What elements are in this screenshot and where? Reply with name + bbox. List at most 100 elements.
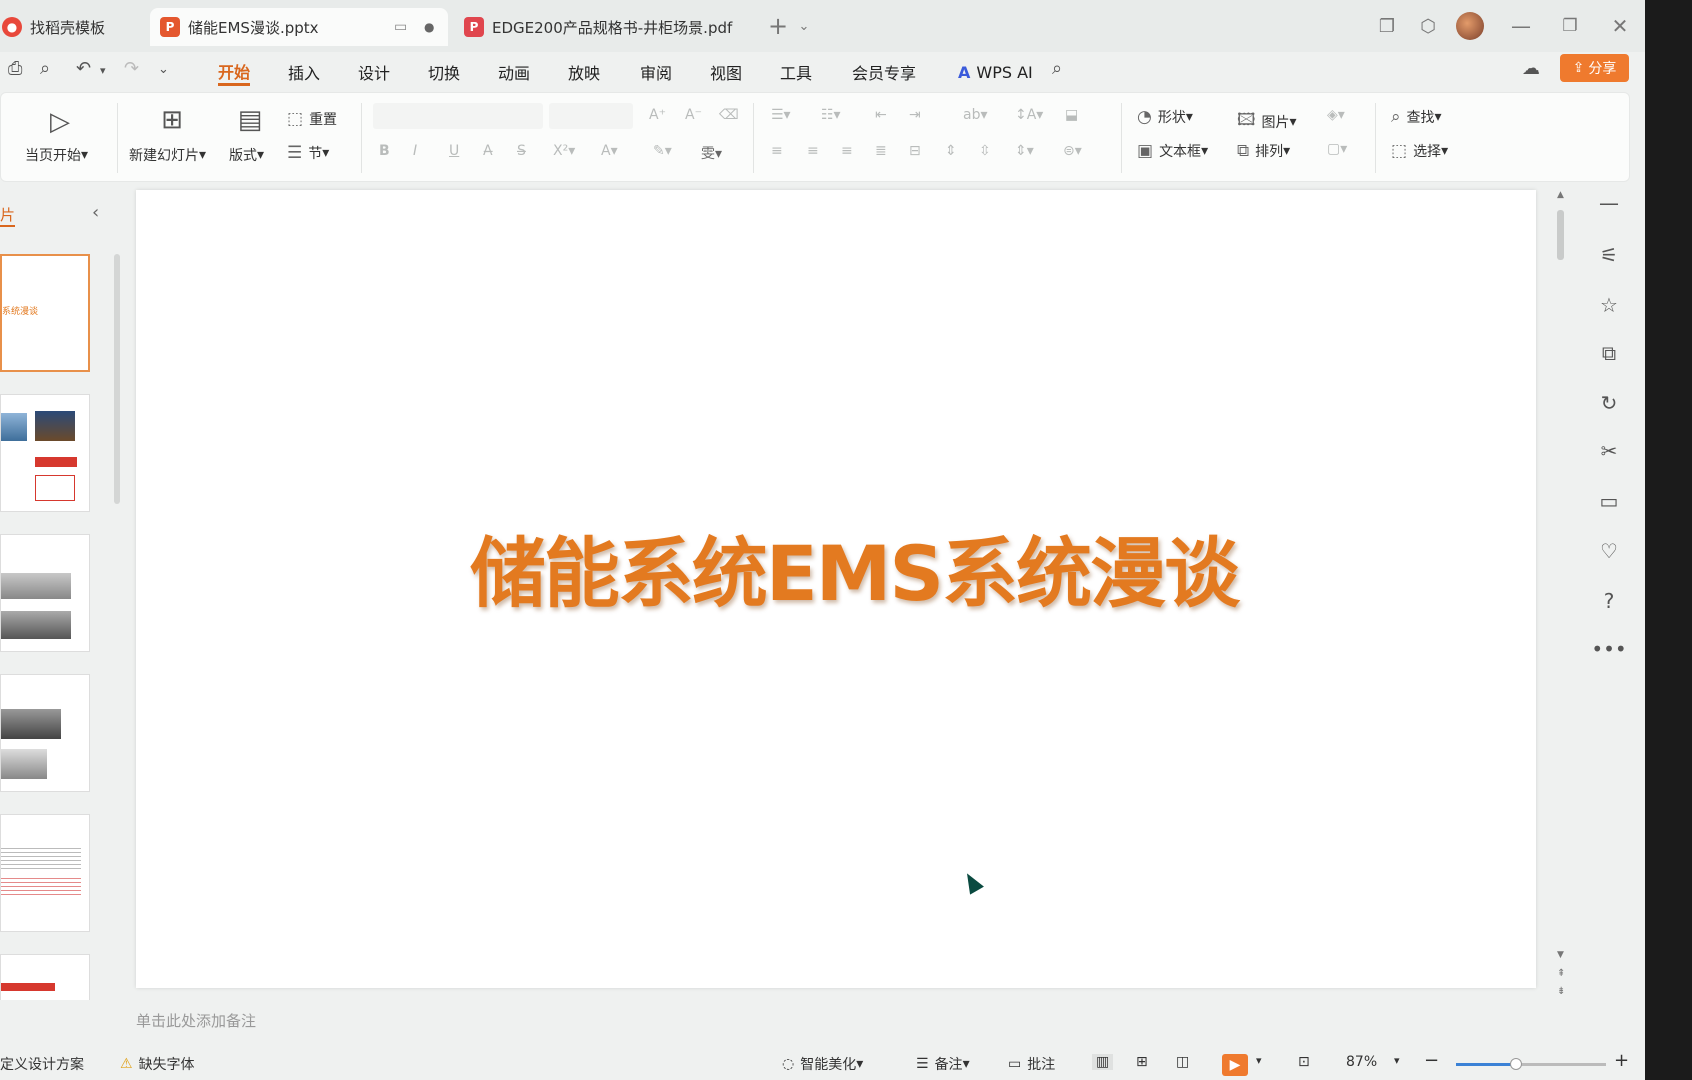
slide-title[interactable]: 储能系统EMS系统漫谈 bbox=[136, 512, 1572, 622]
new-slide-icon[interactable]: ⊞ bbox=[157, 105, 187, 135]
slide-sorter-icon[interactable]: ⊞ bbox=[1136, 1054, 1148, 1070]
menu-member[interactable]: 会员专享 bbox=[852, 58, 916, 86]
smart-beautify-button[interactable]: ◌ 智能美化 ▾ bbox=[782, 1054, 863, 1074]
scroll-thumb[interactable] bbox=[1557, 210, 1564, 260]
strikethrough-icon[interactable]: A̶ bbox=[483, 143, 493, 159]
superscript-icon[interactable]: X²▾ bbox=[553, 143, 575, 159]
slide-canvas[interactable]: 储能系统EMS系统漫谈 bbox=[136, 190, 1536, 988]
slide-thumb-4[interactable] bbox=[0, 674, 90, 792]
font-color-icon[interactable]: A▾ bbox=[601, 143, 618, 159]
italic-icon[interactable]: I bbox=[413, 143, 417, 159]
print-icon[interactable]: ⎙ bbox=[8, 58, 22, 79]
panel-tab-slides[interactable]: 片 bbox=[0, 204, 16, 227]
comment-window-icon[interactable]: ⧉ bbox=[1596, 340, 1622, 366]
fill-icon[interactable]: ◈▾ bbox=[1327, 107, 1345, 123]
outline-icon[interactable]: ▢▾ bbox=[1327, 141, 1347, 157]
align-right-icon[interactable]: ≡ bbox=[841, 143, 853, 159]
slide-thumb-6[interactable] bbox=[0, 954, 90, 1000]
collapse-line-icon[interactable]: — bbox=[1596, 190, 1622, 216]
picture-button[interactable]: 🖾 图片 ▾ bbox=[1237, 107, 1297, 136]
zoom-dropdown-icon[interactable]: ▾ bbox=[1394, 1054, 1400, 1067]
scroll-down-icon[interactable]: ▼ bbox=[1557, 950, 1564, 960]
cloud-icon[interactable]: ☁ bbox=[1522, 58, 1540, 79]
normal-view-icon[interactable]: ▥ bbox=[1092, 1054, 1114, 1070]
wps-ai-button[interactable]: A WPS AI bbox=[958, 58, 1033, 86]
star-icon[interactable]: ☆ bbox=[1596, 292, 1622, 318]
zoom-level[interactable]: 87% bbox=[1346, 1054, 1377, 1070]
menu-tools[interactable]: 工具 bbox=[780, 58, 812, 86]
play-icon[interactable]: ▷ bbox=[45, 107, 75, 137]
reset-button[interactable]: ⬚ 重置 bbox=[287, 109, 337, 129]
select-button[interactable]: ⬚ 选择 ▾ bbox=[1391, 141, 1448, 161]
menu-review[interactable]: 审阅 bbox=[640, 58, 672, 86]
underline-icon[interactable]: U bbox=[449, 143, 459, 159]
next-slide-icon[interactable]: ⇟ bbox=[1557, 986, 1565, 997]
properties-icon[interactable]: ⚟ bbox=[1596, 242, 1622, 268]
paragraph-spacing-icon[interactable]: ⇳ bbox=[979, 143, 991, 159]
design-scheme-button[interactable]: 定义设计方案 bbox=[0, 1054, 84, 1074]
slideshow-dropdown-icon[interactable]: ▾ bbox=[1256, 1054, 1262, 1067]
align-center-icon[interactable]: ≡ bbox=[807, 143, 819, 159]
indent-icon[interactable]: ⇥ bbox=[909, 107, 921, 123]
menu-design[interactable]: 设计 bbox=[358, 58, 390, 86]
menu-transition[interactable]: 切换 bbox=[428, 58, 460, 86]
highlight-icon[interactable]: ✎▾ bbox=[653, 143, 672, 159]
shadow-text-icon[interactable]: S̶ bbox=[517, 143, 526, 159]
shape-button[interactable]: ◔ 形状 ▾ bbox=[1137, 107, 1193, 127]
missing-font-button[interactable]: ⚠ 缺失字体 bbox=[120, 1054, 195, 1074]
layout-button[interactable]: 版式 ▾ bbox=[229, 145, 264, 165]
book-icon[interactable]: ▭ bbox=[1596, 488, 1622, 514]
slideshow-play-icon[interactable]: ▶ bbox=[1222, 1054, 1248, 1076]
notes-toggle-button[interactable]: ☰ 备注 ▾ bbox=[916, 1054, 970, 1074]
redo-icon[interactable]: ↷ bbox=[124, 58, 139, 79]
avatar[interactable] bbox=[1454, 10, 1486, 42]
distribute-icon[interactable]: ⊟ bbox=[909, 143, 921, 159]
slide-scrollbar[interactable]: ▲ ▼ ⇞ ⇟ bbox=[1557, 190, 1565, 997]
zoom-out-icon[interactable]: − bbox=[1424, 1050, 1439, 1071]
search-icon[interactable]: ⌕ bbox=[1052, 58, 1062, 79]
shirt-icon[interactable]: ♡ bbox=[1596, 538, 1622, 564]
font-decrease-icon[interactable]: A⁻ bbox=[685, 107, 702, 123]
font-size-select[interactable] bbox=[549, 103, 633, 129]
slide-thumb-5[interactable] bbox=[0, 814, 90, 932]
find-button[interactable]: ⌕ 查找 ▾ bbox=[1391, 107, 1442, 127]
outdent-icon[interactable]: ⇤ bbox=[875, 107, 887, 123]
textbox-button[interactable]: ▣ 文本框 ▾ bbox=[1137, 141, 1208, 161]
font-increase-icon[interactable]: A⁺ bbox=[649, 107, 666, 123]
notes-placeholder[interactable]: 单击此处添加备注 bbox=[136, 1010, 256, 1031]
comments-button[interactable]: ▭ 批注 bbox=[1008, 1054, 1055, 1074]
tab-list-chevron-icon[interactable]: ⌄ bbox=[788, 10, 820, 42]
sort-icon[interactable]: ↕A▾ bbox=[1015, 107, 1043, 123]
character-spacing-icon[interactable]: 雯▾ bbox=[701, 143, 722, 163]
slide-thumb-3[interactable] bbox=[0, 534, 90, 652]
tab-docer-templates[interactable]: ● 找稻壳模板 bbox=[0, 8, 140, 46]
arrange-button[interactable]: ⧉ 排列 ▾ bbox=[1237, 141, 1290, 161]
menu-animation[interactable]: 动画 bbox=[498, 58, 530, 86]
print-preview-icon[interactable]: ⌕ bbox=[40, 58, 50, 79]
spacing-dropdown-icon[interactable]: ⇕▾ bbox=[1015, 143, 1034, 159]
bold-icon[interactable]: B bbox=[379, 143, 390, 159]
prev-slide-icon[interactable]: ⇞ bbox=[1557, 968, 1565, 979]
menu-start[interactable]: 开始 bbox=[218, 58, 251, 86]
collapse-panel-icon[interactable]: ‹ bbox=[92, 202, 99, 223]
tab-ems-pptx[interactable]: P 储能EMS漫谈.pptx ▭ ● bbox=[150, 8, 448, 46]
bullets-icon[interactable]: ☰▾ bbox=[771, 107, 791, 123]
zoom-slider[interactable] bbox=[1456, 1058, 1606, 1070]
slide-thumb-1[interactable]: 系统漫谈 bbox=[0, 254, 90, 372]
menu-view[interactable]: 视图 bbox=[710, 58, 742, 86]
scroll-up-icon[interactable]: ▲ bbox=[1557, 190, 1564, 200]
tools-icon[interactable]: ✂ bbox=[1596, 438, 1622, 464]
tab-edge200-pdf[interactable]: P EDGE200产品规格书-井柜场景.pdf bbox=[456, 8, 752, 46]
line-spacing-icon[interactable]: ⇕ bbox=[945, 143, 957, 159]
animation-icon[interactable]: ↻ bbox=[1596, 390, 1622, 416]
play-from-current-button[interactable]: 当页开始 ▾ bbox=[25, 145, 88, 165]
minimize-icon[interactable]: — bbox=[1505, 10, 1537, 42]
zoom-slider-handle[interactable] bbox=[1510, 1058, 1522, 1070]
zoom-in-icon[interactable]: + bbox=[1614, 1050, 1629, 1071]
cube-icon[interactable]: ⬡ bbox=[1412, 10, 1444, 42]
more-icon[interactable]: ••• bbox=[1591, 636, 1626, 662]
font-family-select[interactable] bbox=[373, 103, 543, 129]
unsaved-dot-icon[interactable]: ● bbox=[424, 20, 434, 34]
window-switch-icon[interactable]: ❐ bbox=[1371, 10, 1403, 42]
convert-icon[interactable]: ⬓ bbox=[1065, 107, 1078, 123]
